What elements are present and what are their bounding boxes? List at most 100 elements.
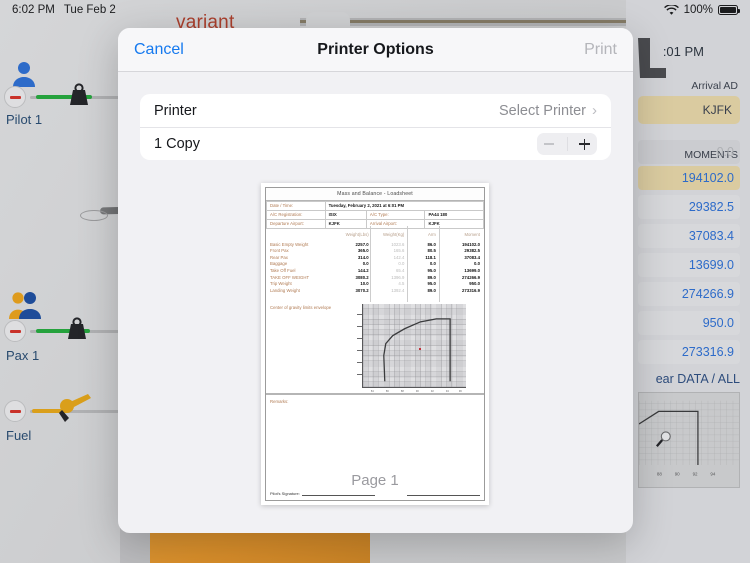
- y-tick: [356, 326, 362, 327]
- cancel-button[interactable]: Cancel: [134, 41, 184, 59]
- y-tick: [356, 338, 362, 339]
- cg-envelope-figure: Center of gravity limits envelope 84 86 …: [266, 300, 484, 395]
- x-tick-label: 90: [415, 390, 419, 394]
- cg-envelope-svg: [383, 318, 451, 382]
- table-row: Take Off Fuel 144.2 65.4 95.0 13699.0: [270, 268, 480, 275]
- printer-row[interactable]: Printer Select Printer ›: [140, 94, 611, 127]
- row-arm: 118.1: [425, 254, 436, 260]
- signature-label: Pilot's Signature:: [270, 491, 300, 496]
- table-row: Departure Airport: KJFK Arrival Airport:…: [266, 218, 484, 230]
- row-lbs: 2257.0: [355, 241, 369, 247]
- row-kg: 0.0: [398, 261, 405, 267]
- info-label: A/C Registration:: [266, 209, 326, 220]
- row-arm: 89.0: [427, 287, 436, 293]
- col-head-arm: Arm: [427, 232, 436, 238]
- row-arm: 86.0: [427, 241, 436, 247]
- table-row: Front Pax 365.0 165.6 80.5 29382.5: [270, 248, 480, 255]
- loadsheet-border: Mass and Balance - Loadsheet Date / Time…: [265, 187, 485, 501]
- row-kg: 1023.6: [391, 241, 405, 247]
- page-number-badge: Page 1: [351, 472, 399, 489]
- loadsheet-title: Mass and Balance - Loadsheet: [266, 188, 484, 201]
- modal-title: Printer Options: [317, 40, 434, 58]
- y-tick: [356, 362, 362, 363]
- table-row: TAKE OFF WEIGHT 3080.2 1396.9 89.0 27426…: [270, 275, 480, 282]
- status-right: 100%: [663, 4, 740, 16]
- row-label: Rear Pax: [270, 254, 288, 260]
- info-value: KJFK: [424, 218, 484, 230]
- row-moment: 29382.5: [464, 248, 480, 254]
- table-row: Rear Pax 314.0 142.4 118.1 37083.4: [270, 255, 480, 262]
- row-moment: 0.0: [473, 261, 480, 267]
- screen-root: variant Pilot 1 Pax 1 Fuel:01 PM Arriva…: [0, 0, 750, 563]
- row-arm: 95.0: [427, 268, 436, 274]
- signature-blank: [301, 491, 375, 496]
- table-row: Date / Time: Tuesday, February 2, 2021 a…: [266, 200, 485, 211]
- row-kg: 1396.9: [391, 274, 405, 280]
- row-label: Basic Empty Weight: [270, 241, 309, 247]
- table-row: A/C Registration: ISIX A/C Type: PA44 18…: [266, 209, 484, 220]
- row-moment: 194102.0: [462, 241, 480, 247]
- x-tick-label: 86: [385, 390, 389, 394]
- info-label: A/C Type:: [365, 209, 426, 220]
- info-value: PA44 180: [424, 209, 484, 220]
- row-arm: 89.0: [427, 274, 436, 280]
- row-kg: 4.5: [398, 281, 405, 287]
- info-label: Date / Time:: [266, 200, 326, 211]
- row-lbs: 3080.2: [355, 274, 369, 280]
- weights-header-row: Weight(Lbs) Weight(Kg) Arm Moment: [270, 232, 480, 239]
- info-value: Tuesday, February 2, 2021 at 6:01 PM: [324, 200, 485, 211]
- remarks-label: Remarks:: [270, 399, 289, 405]
- print-preview[interactable]: Mass and Balance - Loadsheet Date / Time…: [261, 183, 489, 505]
- y-tick: [356, 374, 362, 375]
- table-row: Baggage 0.0 0.0 0.0 0.0: [270, 261, 480, 268]
- status-bar: 6:02 PM Tue Feb 2 100%: [0, 0, 750, 20]
- loadsheet-weights-table: Weight(Lbs) Weight(Kg) Arm Moment Basic …: [266, 226, 484, 303]
- figure-caption: Center of gravity limits envelope: [270, 305, 332, 311]
- cg-point-marker: [418, 347, 422, 351]
- x-tick-label: 84: [370, 390, 374, 394]
- col-head-blank: [270, 232, 333, 239]
- row-moment: 37083.4: [464, 254, 480, 260]
- plus-icon[interactable]: [579, 138, 590, 150]
- loadsheet-page: Mass and Balance - Loadsheet Date / Time…: [261, 183, 489, 505]
- row-arm: 0.0: [429, 261, 436, 267]
- col-head-kg: Weight(Kg): [382, 232, 405, 238]
- modal-header: Cancel Printer Options Print: [118, 28, 633, 72]
- y-tick: [356, 314, 362, 315]
- status-time: 6:02 PM: [12, 4, 55, 16]
- table-row: Basic Empty Weight 2257.0 1023.6 86.0 19…: [270, 242, 480, 249]
- row-label: Landing Weight: [270, 287, 300, 293]
- info-label: Departure Airport:: [266, 218, 326, 230]
- row-lbs: 10.0: [360, 281, 369, 287]
- x-tick-label: 94: [445, 390, 449, 394]
- copies-row-label: 1 Copy: [154, 136, 200, 152]
- minus-icon[interactable]: [544, 143, 554, 145]
- row-kg: 142.4: [393, 254, 405, 260]
- table-row: Landing Weight 3070.2 1392.4 89.0 273316…: [270, 288, 480, 295]
- copies-row: 1 Copy: [140, 127, 611, 160]
- row-lbs: 365.0: [357, 248, 369, 254]
- battery-full-icon: [718, 5, 740, 15]
- cg-envelope-chart: 84 86 88 90 92 94 96: [356, 304, 466, 393]
- x-tick-label: 88: [400, 390, 404, 394]
- x-tick-label: 96: [458, 390, 462, 394]
- wifi-icon: [663, 4, 679, 15]
- copies-stepper[interactable]: [537, 133, 597, 155]
- printer-row-value-group: Select Printer ›: [499, 102, 597, 119]
- row-label: Take Off Fuel: [270, 268, 296, 274]
- status-left: 6:02 PM Tue Feb 2: [12, 4, 116, 16]
- row-label: TAKE OFF WEIGHT: [270, 274, 310, 280]
- info-label: Arrival Airport:: [365, 218, 426, 230]
- row-arm: 80.5: [427, 248, 436, 254]
- date-blank: [406, 491, 481, 496]
- row-lbs: 314.0: [357, 254, 369, 260]
- row-moment: 274266.9: [462, 274, 480, 280]
- info-value: ISIX: [324, 209, 367, 220]
- print-button[interactable]: Print: [584, 41, 617, 59]
- row-moment: 13699.0: [464, 268, 480, 274]
- printer-row-value: Select Printer: [498, 102, 586, 119]
- row-kg: 165.6: [393, 248, 405, 254]
- stepper-divider: [567, 137, 568, 151]
- printer-settings-card: Printer Select Printer › 1 Copy: [140, 94, 611, 160]
- printer-row-label: Printer: [154, 102, 197, 119]
